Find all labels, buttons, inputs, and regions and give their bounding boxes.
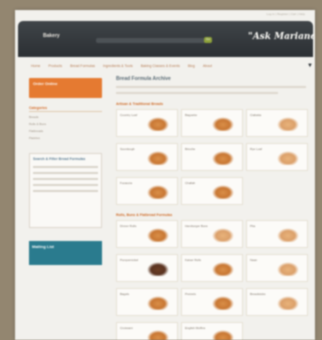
section-title-artisan: Artisan & Traditional Breads [116, 102, 164, 106]
bread-image[interactable] [147, 296, 169, 310]
product-grid-rolls: Dinner Rolls Hamburger Buns Pita Pumpernick… [116, 220, 308, 340]
product-card[interactable]: Ciabatta [246, 109, 308, 137]
nav-item-formulas[interactable]: Bread Formulas [70, 64, 95, 68]
product-name[interactable]: Pretzels [185, 292, 211, 296]
product-card[interactable]: Hamburger Buns [181, 220, 243, 248]
bread-image[interactable] [147, 330, 169, 340]
nav-item-classes[interactable]: Baking Classes & Events [141, 64, 180, 68]
bread-image[interactable] [147, 117, 169, 131]
ask-mariano-slogan[interactable]: "Ask Mariano" [248, 32, 315, 42]
order-online-button[interactable]: Order Online [29, 78, 102, 98]
main-nav: Home Products Bread Formulas Ingredients… [31, 64, 219, 72]
product-name[interactable]: Baguette [185, 113, 211, 117]
nav-item-blog[interactable]: Blog [188, 64, 195, 68]
product-card[interactable]: Challah [181, 177, 243, 205]
bread-image[interactable] [277, 228, 299, 242]
bread-image[interactable] [277, 151, 299, 165]
product-card[interactable]: Kaiser Rolls [181, 254, 243, 282]
sidebar-link[interactable]: Rolls & Buns [29, 122, 102, 126]
product-name[interactable]: Dinner Rolls [120, 224, 146, 228]
main-content: Bread Formula Archive Artisan & Traditio… [116, 76, 308, 340]
product-name[interactable]: English Muffins [185, 326, 211, 330]
product-card[interactable]: Focaccia [116, 177, 178, 205]
product-name[interactable]: Rye Loaf [250, 147, 276, 151]
product-card[interactable]: Croissant [116, 322, 178, 340]
intro-text [116, 86, 306, 88]
product-name[interactable]: Naan [250, 258, 276, 262]
mailing-list-box[interactable]: Mailing List [29, 241, 102, 265]
product-name[interactable]: Brioche [185, 147, 211, 151]
product-name[interactable]: Ciabatta [250, 113, 276, 117]
bread-image[interactable] [212, 330, 234, 340]
product-card[interactable]: Baguette [181, 109, 243, 137]
bread-image[interactable] [277, 117, 299, 131]
filter-option[interactable] [33, 172, 98, 174]
product-name[interactable]: Pita [250, 224, 276, 228]
top-utility-links[interactable]: Log in | Register | Cart | Help [266, 12, 305, 16]
nav-item-about[interactable]: About [203, 64, 212, 68]
sidebar-link[interactable]: Breads [29, 115, 102, 119]
product-name[interactable]: Bagels [120, 292, 146, 296]
sidebar-title: Categories [29, 106, 102, 112]
product-card[interactable]: Naan [246, 254, 308, 282]
bread-image[interactable] [147, 262, 169, 276]
sidebar: Order Online Categories Breads Rolls & B… [29, 78, 102, 265]
bread-image[interactable] [212, 117, 234, 131]
filter-option[interactable] [33, 178, 98, 180]
browser-page: Log in | Register | Cart | Help Bakery G… [15, 10, 315, 340]
product-card[interactable]: Pretzels [181, 288, 243, 316]
product-name[interactable]: Breadsticks [250, 292, 276, 296]
search-go-button[interactable]: Go [204, 37, 212, 43]
filter-option[interactable] [33, 166, 98, 168]
product-name[interactable]: Country Loaf [120, 113, 146, 117]
bread-image[interactable] [212, 185, 234, 199]
bread-image[interactable] [147, 228, 169, 242]
nav-caret-icon[interactable]: ▼ [307, 63, 313, 69]
product-card[interactable]: Brioche [181, 143, 243, 171]
product-card[interactable]: Bagels [116, 288, 178, 316]
sidebar-link[interactable]: Pastries [29, 136, 102, 140]
product-card[interactable]: Rye Loaf [246, 143, 308, 171]
nav-item-products[interactable]: Products [48, 64, 62, 68]
product-card[interactable]: Pita [246, 220, 308, 248]
search-input[interactable] [96, 38, 206, 43]
product-card[interactable]: Dinner Rolls [116, 220, 178, 248]
bread-image[interactable] [212, 151, 234, 165]
sidebar-link[interactable]: Flatbreads [29, 129, 102, 133]
product-grid-artisan: Country Loaf Baguette Ciabatta Sourdough Bri… [116, 109, 308, 205]
bread-image[interactable] [212, 262, 234, 276]
formula-filter-box: Search & Filter Bread Formulas [29, 153, 102, 228]
bread-image[interactable] [277, 296, 299, 310]
product-name[interactable]: Croissant [120, 326, 146, 330]
bread-image[interactable] [147, 185, 169, 199]
intro-text [116, 92, 278, 94]
product-card[interactable]: Sourdough [116, 143, 178, 171]
product-name[interactable]: Kaiser Rolls [185, 258, 211, 262]
nav-item-home[interactable]: Home [31, 64, 40, 68]
product-card[interactable]: Breadsticks [246, 288, 308, 316]
bread-image[interactable] [277, 262, 299, 276]
product-name[interactable]: Focaccia [120, 181, 146, 185]
page-title: Bread Formula Archive [116, 76, 171, 82]
bread-image[interactable] [212, 228, 234, 242]
product-card[interactable]: Pumpernickel [116, 254, 178, 282]
product-name[interactable]: Pumpernickel [120, 258, 146, 262]
product-name[interactable]: Sourdough [120, 147, 146, 151]
header-banner: Bakery Go "Ask Mariano" [18, 21, 315, 57]
nav-item-ingredients[interactable]: Ingredients & Tools [103, 64, 133, 68]
site-logo[interactable]: Bakery [43, 33, 60, 39]
product-card[interactable]: Country Loaf [116, 109, 178, 137]
product-name[interactable]: Hamburger Buns [185, 224, 211, 228]
product-card[interactable]: English Muffins [181, 322, 243, 340]
filter-box-title: Search & Filter Bread Formulas [33, 157, 86, 161]
bread-image[interactable] [212, 296, 234, 310]
product-name[interactable]: Challah [185, 181, 211, 185]
filter-option[interactable] [33, 184, 98, 186]
section-title-rolls: Rolls, Buns & Flatbread Formulas [116, 213, 173, 217]
filter-option[interactable] [33, 190, 98, 192]
bread-image[interactable] [147, 151, 169, 165]
